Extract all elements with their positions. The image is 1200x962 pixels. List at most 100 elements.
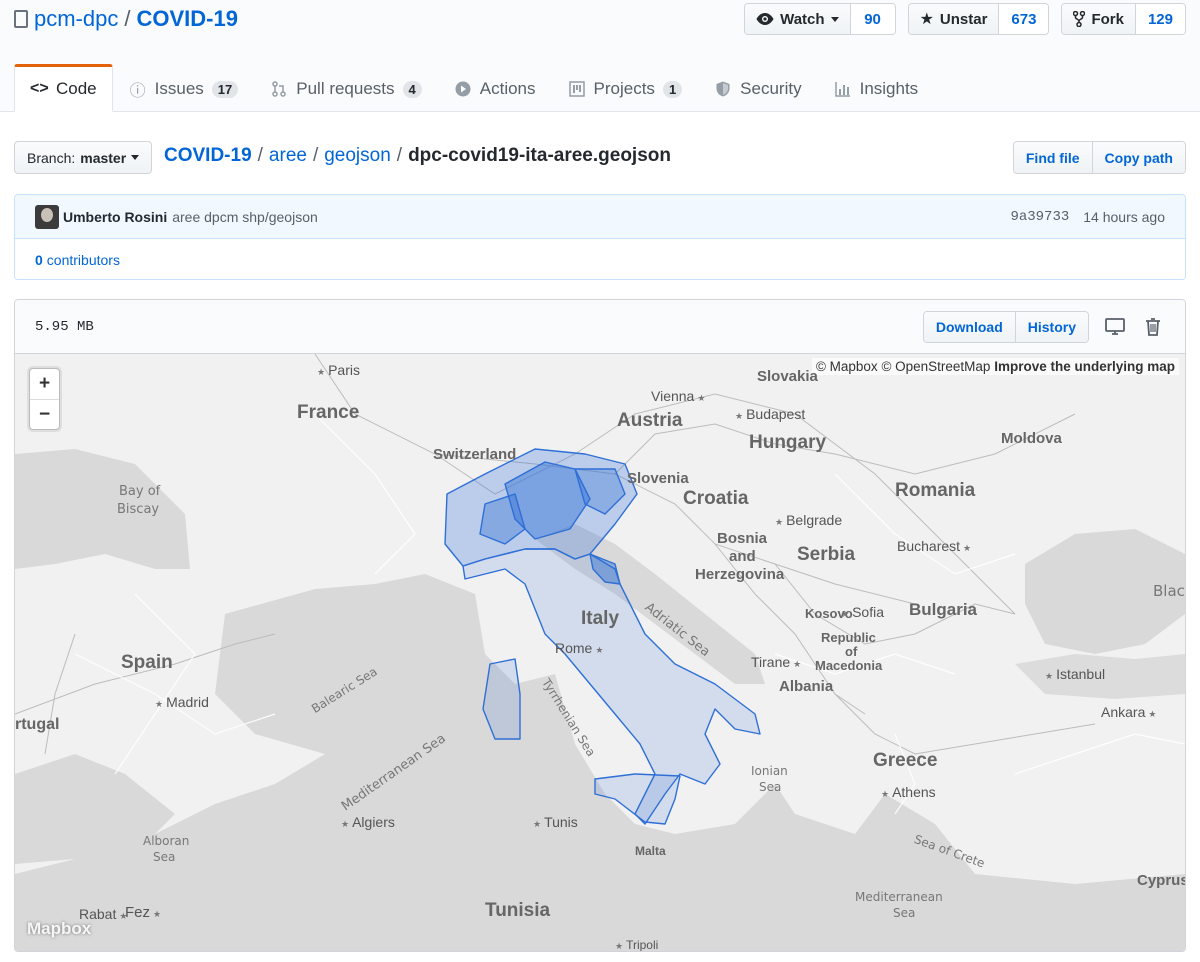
file-header: 5.95 MB Download History [15,300,1185,354]
map-label-slovenia: Slovenia [627,470,689,487]
breadcrumb-geojson-link[interactable]: geojson [324,145,391,167]
chevron-down-icon [131,155,140,160]
avatar[interactable] [35,204,59,229]
tab-code[interactable]: <> Code [14,64,113,112]
map-label-ionian: Ionian [751,764,788,778]
commit-message-link[interactable]: aree dpcm shp/geojson [172,209,318,225]
repo-owner-link[interactable]: pcm-dpc [34,6,118,32]
tab-projects[interactable]: Projects 1 [552,64,699,112]
geojson-map[interactable]: © Mapbox © OpenStreetMap Improve the und… [15,354,1185,951]
map-label-cyprus: Cyprus [1137,872,1185,889]
pull-request-icon [272,81,286,97]
tab-actions[interactable]: Actions [438,64,552,112]
code-icon: <> [30,80,49,97]
osm-attribution-link[interactable]: © OpenStreetMap [881,359,990,374]
tab-insights[interactable]: Insights [818,64,935,112]
breadcrumb-separator: / [312,145,319,166]
map-label-biscay: Biscay [117,502,160,517]
tab-label: Pull requests [296,79,395,98]
map-label-fez: Fez [125,904,161,921]
commit-time: 14 hours ago [1083,208,1165,225]
map-label-bulgaria: Bulgaria [909,600,978,619]
map-label-rome: Rome [555,640,603,656]
history-button[interactable]: History [1014,311,1088,342]
tab-label: Projects [593,79,655,98]
map-attribution: © Mapbox © OpenStreetMap Improve the und… [811,358,1179,375]
improve-map-link[interactable]: Improve the underlying map [994,359,1175,374]
repo-name-link[interactable]: COVID-19 [136,6,237,32]
map-label-tunis: Tunis [533,814,578,830]
map-label-croatia: Croatia [683,488,749,509]
projects-count-badge: 1 [662,80,683,98]
tab-label: Actions [479,79,536,98]
commit-sha-link[interactable]: 9a39733 [1010,209,1069,225]
breadcrumb-separator: / [257,145,263,166]
issue-icon: ⓘ [129,83,146,100]
watch-button[interactable]: Watch [745,4,851,34]
download-button[interactable]: Download [923,311,1015,342]
repo-header: pcm-dpc / COVID-19 Watch 90 ★ Unstar 673… [0,0,1200,112]
map-label-spain: Spain [121,652,173,673]
fork-button[interactable]: Fork [1062,4,1136,34]
watch-count[interactable]: 90 [850,4,895,34]
map-label-austria: Austria [617,410,683,431]
graph-icon [834,82,850,97]
map-label-moldova: Moldova [1001,430,1062,447]
play-icon [455,81,471,97]
star-icon: ★ [919,11,934,28]
map-label-algiers: Algiers [341,814,395,830]
map-label-ankara: Ankara [1101,704,1156,720]
find-file-button[interactable]: Find file [1013,142,1092,173]
map-label-mediterranean: Mediterranean [855,890,943,904]
chevron-down-icon [830,16,839,22]
repo-actions: Watch 90 ★ Unstar 673 Fork 129 [744,3,1186,35]
zoom-in-button[interactable]: + [30,369,59,399]
map-label-portugal: rtugal [15,716,60,733]
mapbox-attribution-link[interactable]: © Mapbox [816,359,878,374]
map-label-hungary: Hungary [749,432,827,453]
tab-issues[interactable]: ⓘ Issues 17 [113,64,255,112]
map-label-tunisia: Tunisia [485,900,551,921]
map-label-black-sea: Blac [1153,582,1185,600]
breadcrumb-aree-link[interactable]: aree [269,145,307,167]
trash-icon[interactable] [1141,315,1165,339]
map-label-belgrade: Belgrade [775,512,842,528]
map-label-greece: Greece [873,750,938,771]
mapbox-logo[interactable]: Mapbox [27,919,91,939]
map-label-vienna: Vienna [651,388,705,404]
file-size: 5.95 MB [35,318,94,335]
file-box: 5.95 MB Download History © Mapbox © Open… [14,299,1186,952]
zoom-out-button[interactable]: − [30,399,59,429]
fork-count[interactable]: 129 [1135,4,1185,34]
commit-tease: Umberto Rosini aree dpcm shp/geojson 9a3… [14,194,1186,280]
map-label-herzegovina: Herzegovina [695,566,785,583]
map-label-alboran-sea: Sea [153,850,176,864]
map-label-romania: Romania [895,480,976,501]
project-icon [568,81,585,97]
map-label-bosnia-and: and [729,548,756,565]
desktop-icon[interactable] [1103,315,1127,339]
branch-selector[interactable]: Branch: master [14,141,153,174]
star-count[interactable]: 673 [999,4,1049,34]
commit-author-link[interactable]: Umberto Rosini [63,209,167,225]
unstar-button[interactable]: ★ Unstar [908,4,1000,34]
map-label-sofia: Sofia [841,604,884,620]
fork-label: Fork [1091,10,1124,28]
contributors-link[interactable]: 0 contributors [35,252,120,268]
repo-book-icon [14,10,28,28]
map-label-mediterranean-sea-2: Sea [893,906,916,920]
map-label-italy: Italy [581,608,620,629]
map-label-malta: Malta [635,844,666,858]
breadcrumb-root-link[interactable]: COVID-19 [164,145,252,167]
tab-security[interactable]: Security [698,64,817,112]
copy-path-button[interactable]: Copy path [1091,142,1185,173]
tab-pull-requests[interactable]: Pull requests 4 [254,64,438,112]
file-nav-buttons: Find file Copy path [1012,141,1186,174]
file-button-group: Download History [922,310,1089,343]
breadcrumb-separator: / [396,145,403,166]
commit-summary: Umberto Rosini aree dpcm shp/geojson 9a3… [15,195,1185,239]
map-label-paris: Paris [317,362,360,378]
file-navigation: Branch: master COVID-19 / aree / geojson… [14,141,1186,175]
watch-group: Watch 90 [744,3,896,35]
contributors-label: contributors [46,251,120,268]
